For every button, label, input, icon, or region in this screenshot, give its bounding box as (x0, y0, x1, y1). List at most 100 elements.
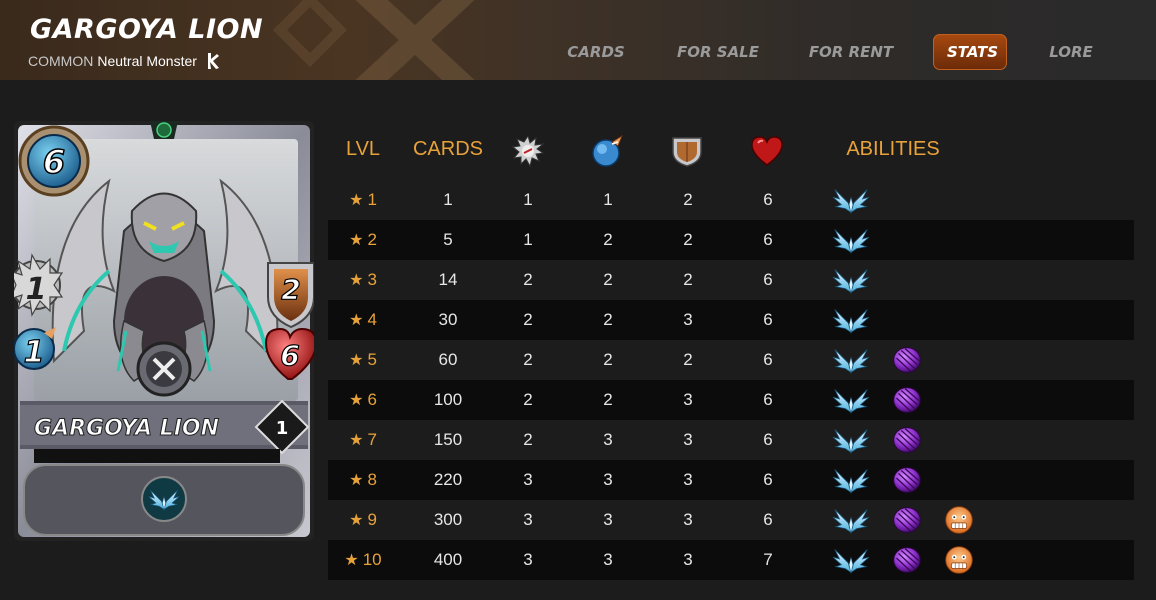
table-row: ★ 6 100 2 2 3 6 (328, 380, 1134, 420)
level-cell: ★ 1 (338, 180, 388, 220)
level-cell: ★ 9 (338, 500, 388, 540)
star-icon: ★ (349, 392, 364, 409)
card-level-value: 1 (276, 418, 289, 439)
level-cell: ★ 10 (338, 540, 388, 580)
ability-flying-icon[interactable] (832, 543, 870, 577)
mana-cost-value: 6 (43, 143, 65, 181)
health-cell: 6 (763, 230, 773, 249)
health-cell: 6 (763, 430, 773, 449)
ability-flying-icon[interactable] (832, 263, 870, 297)
cards-cell: 400 (433, 550, 463, 569)
speed-cell: 2 (603, 230, 613, 249)
no-attack-icon (136, 341, 192, 397)
table-row: ★ 2 5 1 2 2 6 (328, 220, 1134, 260)
star-icon: ★ (349, 352, 364, 369)
level-value: 5 (367, 350, 377, 369)
table-row: ★ 10 400 3 3 3 7 (328, 540, 1134, 580)
speed-cell: 2 (603, 270, 613, 289)
table-row: ★ 8 220 3 3 3 6 (328, 460, 1134, 500)
cards-cell: 300 (433, 510, 463, 529)
ability-flying-icon[interactable] (832, 463, 870, 497)
level-cell: ★ 6 (338, 380, 388, 420)
health-cell: 6 (763, 350, 773, 369)
speed-cell: 2 (603, 350, 613, 369)
health-cell: 6 (763, 470, 773, 489)
speed-cell: 1 (603, 190, 613, 209)
ability-flying-icon[interactable] (832, 423, 870, 457)
level-value: 4 (367, 310, 377, 329)
card-header: GARGOYA LION COMMON Neutral Monster CARD… (0, 0, 1156, 80)
ability-void-icon[interactable] (888, 343, 926, 377)
armor-cell: 3 (683, 470, 693, 489)
monster-card: 6 1 1 2 6 GARGOYA LION 1 (14, 121, 314, 541)
armor-stat-value: 2 (281, 273, 300, 306)
attack-cell: 3 (523, 550, 533, 569)
level-cell: ★ 8 (338, 460, 388, 500)
cards-cell: 220 (433, 470, 463, 489)
card-ability-flying-icon (141, 476, 187, 522)
speed-icon (592, 134, 624, 167)
cards-cell: 5 (443, 230, 453, 249)
level-value: 9 (367, 510, 377, 529)
level-value: 2 (367, 230, 377, 249)
attack-cell: 2 (523, 270, 533, 289)
header-cards: CARDS (412, 138, 483, 160)
table-row: ★ 1 1 1 1 2 6 (328, 180, 1134, 220)
cards-cell: 60 (438, 350, 458, 369)
level-cell: ★ 2 (338, 220, 388, 260)
cards-cell: 150 (433, 430, 463, 449)
armor-cell: 3 (683, 550, 693, 569)
tab-for-rent[interactable]: FOR RENT (803, 34, 899, 70)
ability-flying-icon[interactable] (832, 303, 870, 337)
ability-flying-icon[interactable] (832, 503, 870, 537)
header-lvl: LVL (345, 138, 381, 160)
level-value: 7 (367, 430, 377, 449)
level-value: 10 (362, 550, 382, 569)
tab-for-sale[interactable]: FOR SALE (672, 34, 764, 70)
melee-attack-icon (511, 134, 545, 168)
cards-cell: 14 (438, 270, 458, 289)
cards-cell: 30 (438, 310, 458, 329)
ability-void-icon[interactable] (888, 383, 926, 417)
melee-stat-value: 1 (26, 272, 47, 307)
card-tabs: CARDS FOR SALE FOR RENT STATS LORE (0, 34, 1156, 70)
star-icon: ★ (349, 472, 364, 489)
ability-void-icon[interactable] (888, 463, 926, 497)
ability-flying-icon[interactable] (832, 183, 870, 217)
ability-taunt-icon[interactable] (940, 503, 978, 537)
armor-cell: 2 (683, 270, 693, 289)
speed-stat-value: 1 (24, 335, 45, 370)
attack-cell: 1 (523, 230, 533, 249)
ability-flying-icon[interactable] (832, 223, 870, 257)
armor-cell: 2 (683, 190, 693, 209)
ability-flying-icon[interactable] (832, 343, 870, 377)
health-cell: 6 (763, 390, 773, 409)
speed-cell: 3 (603, 470, 613, 489)
level-cell: ★ 7 (338, 420, 388, 460)
level-value: 6 (367, 390, 377, 409)
health-cell: 6 (763, 270, 773, 289)
table-body: ★ 1 1 1 1 2 6 ★ 2 5 1 2 2 6 ★ 3 14 2 2 2 6 ★ 4 30 2 2 3 6 ★ 5 60 2 2 2 6 ★ 6… (328, 180, 1134, 580)
ability-void-icon[interactable] (888, 423, 926, 457)
armor-cell: 3 (683, 510, 693, 529)
ability-taunt-icon[interactable] (940, 543, 978, 577)
armor-cell: 3 (683, 390, 693, 409)
ability-void-icon[interactable] (888, 503, 926, 537)
tab-lore[interactable]: LORE (1042, 34, 1100, 70)
attack-cell: 2 (523, 390, 533, 409)
attack-cell: 3 (523, 470, 533, 489)
attack-cell: 2 (523, 430, 533, 449)
level-value: 8 (367, 470, 377, 489)
health-cell: 6 (763, 190, 773, 209)
ability-flying-icon[interactable] (832, 383, 870, 417)
health-heart-icon (751, 136, 783, 166)
star-icon: ★ (349, 232, 364, 249)
health-cell: 6 (763, 310, 773, 329)
attack-cell: 3 (523, 510, 533, 529)
level-cell: ★ 5 (338, 340, 388, 380)
tab-stats[interactable]: STATS (933, 34, 1007, 70)
ability-void-icon[interactable] (888, 543, 926, 577)
tab-cards[interactable]: CARDS (560, 34, 632, 70)
table-row: ★ 7 150 2 3 3 6 (328, 420, 1134, 460)
speed-cell: 3 (603, 550, 613, 569)
